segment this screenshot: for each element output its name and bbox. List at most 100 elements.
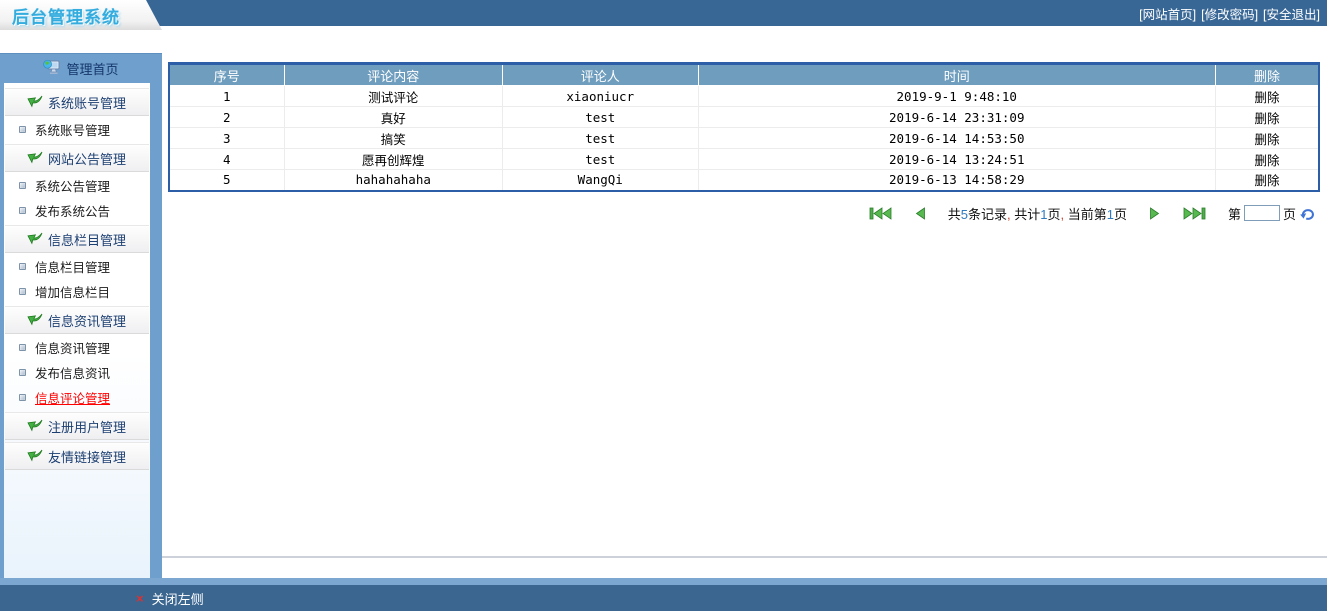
table-row: 3 搞笑 test 2019-6-14 14:53:50 删除 [169,127,1319,149]
sidebar-item-label: 信息资讯管理 [35,342,111,356]
cell-content: 搞笑 [284,127,503,149]
close-icon: × [136,590,144,606]
summary-part: 共 [947,206,961,222]
cell-no: 1 [169,85,285,107]
sidebar-item[interactable]: 信息资讯管理 [4,335,150,360]
sidebar-category[interactable]: 友情链接管理 [5,442,149,470]
next-page-icon[interactable] [1149,206,1161,220]
computer-globe-icon [43,59,60,78]
sidebar-item[interactable]: 发布信息资讯 [4,360,150,385]
topbar-link-change-password[interactable]: [修改密码] [1201,4,1258,23]
prev-page-icon[interactable] [914,206,926,220]
app-logo: 后台管理系统 [0,0,162,30]
cell-content: 测试评论 [284,85,503,107]
green-arrow-icon [27,448,43,465]
sidebar-item-label: 发布信息资讯 [35,367,111,381]
summary-part: 页 [1113,206,1127,222]
column-header-time: 时间 [698,63,1216,86]
cell-time: 2019-6-14 14:53:50 [698,127,1216,149]
sidebar-item[interactable]: 信息栏目管理 [4,254,150,279]
topbar: 后台管理系统 [网站首页] [修改密码] [安全退出] [0,0,1327,30]
green-arrow-icon [27,312,43,329]
close-left-button[interactable]: 关闭左侧 [152,589,204,608]
cell-time: 2019-6-14 23:31:09 [698,106,1216,128]
sidebar-menu: 系统账号管理 系统账号管理 网站公告管理 系统公告管理 发布系统公告 信息栏目管理 信息栏目… [4,83,150,578]
column-header-no: 序号 [169,63,285,86]
cell-no: 4 [169,148,285,170]
pagination-summary: 共5条记录, 共计1页, 当前第1页 [948,204,1127,223]
sidebar-category-label: 友情链接管理 [48,449,127,465]
green-arrow-icon [27,418,43,435]
bottom-strip [0,578,1327,585]
app-logo-text: 后台管理系统 [12,7,120,27]
sidebar-item[interactable]: 发布系统公告 [4,198,150,223]
delete-link[interactable]: 删除 [1215,127,1319,149]
sidebar-item[interactable]: 系统账号管理 [4,117,150,142]
topbar-link-site-home[interactable]: [网站首页] [1139,4,1196,23]
cell-content: 愿再创辉煌 [284,148,503,170]
cell-time: 2019-6-13 14:58:29 [698,169,1216,191]
goto-page-prefix: 第 [1227,206,1241,222]
square-bullet-icon [19,263,26,270]
column-header-user: 评论人 [502,63,699,86]
cell-no: 3 [169,127,285,149]
topbar-links: [网站首页] [修改密码] [安全退出] [1139,0,1320,26]
cell-content: 真好 [284,106,503,128]
summary-part: 条记录 [967,206,1007,222]
summary-part: 页 [1047,206,1061,222]
cell-time: 2019-9-1 9:48:10 [698,85,1216,107]
delete-link[interactable]: 删除 [1215,85,1319,107]
pagination-bar: 共5条记录, 共计1页, 当前第1页 第 页 [168,204,1320,223]
cell-user: test [502,148,699,170]
table-row: 4 愿再创辉煌 test 2019-6-14 13:24:51 删除 [169,148,1319,170]
sidebar-item-label: 信息评论管理 [35,392,111,406]
sidebar-item-label: 信息栏目管理 [35,261,111,275]
column-header-action: 删除 [1215,63,1319,86]
content-area: 序号 评论内容 评论人 时间 删除 1 测试评论 xiaoniucr 2019-9-1 9:4… [162,53,1327,578]
goto-page-suffix: 页 [1282,206,1296,222]
square-bullet-icon [19,182,26,189]
first-page-icon[interactable] [869,206,892,220]
square-bullet-icon [19,344,26,351]
cell-user: WangQi [502,169,699,191]
table-header-row: 序号 评论内容 评论人 时间 删除 [169,63,1319,86]
sidebar-category[interactable]: 系统账号管理 [5,88,149,116]
sidebar-category-label: 注册用户管理 [48,419,127,435]
sidebar-item[interactable]: 信息评论管理 [4,385,150,410]
sidebar-category[interactable]: 注册用户管理 [5,412,149,440]
table-row: 2 真好 test 2019-6-14 23:31:09 删除 [169,106,1319,128]
green-arrow-icon [27,231,43,248]
delete-link[interactable]: 删除 [1215,148,1319,170]
sidebar-category-label: 信息资讯管理 [48,313,127,329]
sidebar-item-label: 系统账号管理 [35,124,111,138]
sidebar-category-label: 信息栏目管理 [48,232,127,248]
table-row: 5 hahahahaha WangQi 2019-6-13 14:58:29 删除 [169,169,1320,191]
sidebar-item-label: 系统公告管理 [35,180,111,194]
sidebar-item[interactable]: 系统公告管理 [4,173,150,198]
sidebar-item[interactable]: 增加信息栏目 [4,279,150,304]
cell-user: test [502,106,699,128]
sidebar-item-label: 增加信息栏目 [35,286,111,300]
cell-user: xiaoniucr [502,85,699,107]
square-bullet-icon [19,369,26,376]
sidebar-category-label: 系统账号管理 [48,95,127,111]
delete-link[interactable]: 删除 [1216,170,1320,191]
goto-page-input[interactable] [1243,205,1280,221]
delete-link[interactable]: 删除 [1215,106,1319,128]
last-page-icon[interactable] [1183,206,1206,220]
sidebar-category[interactable]: 信息栏目管理 [5,225,149,253]
cell-content: hahahahaha [284,169,503,191]
content-bottom-divider [162,556,1327,558]
go-page-icon[interactable] [1299,206,1316,221]
cell-no: 2 [169,106,285,128]
sidebar-category-label: 网站公告管理 [48,151,127,167]
sidebar-category[interactable]: 网站公告管理 [5,144,149,172]
square-bullet-icon [19,288,26,295]
cell-time: 2019-6-14 13:24:51 [698,148,1216,170]
sidebar-home-button[interactable]: 管理首页 [0,54,162,83]
bottom-bar: × 关闭左侧 [0,585,1327,611]
sidebar-category[interactable]: 信息资讯管理 [5,306,149,334]
topbar-link-safe-logout[interactable]: [安全退出] [1263,4,1320,23]
square-bullet-icon [19,207,26,214]
summary-part: 1 [1106,206,1114,222]
